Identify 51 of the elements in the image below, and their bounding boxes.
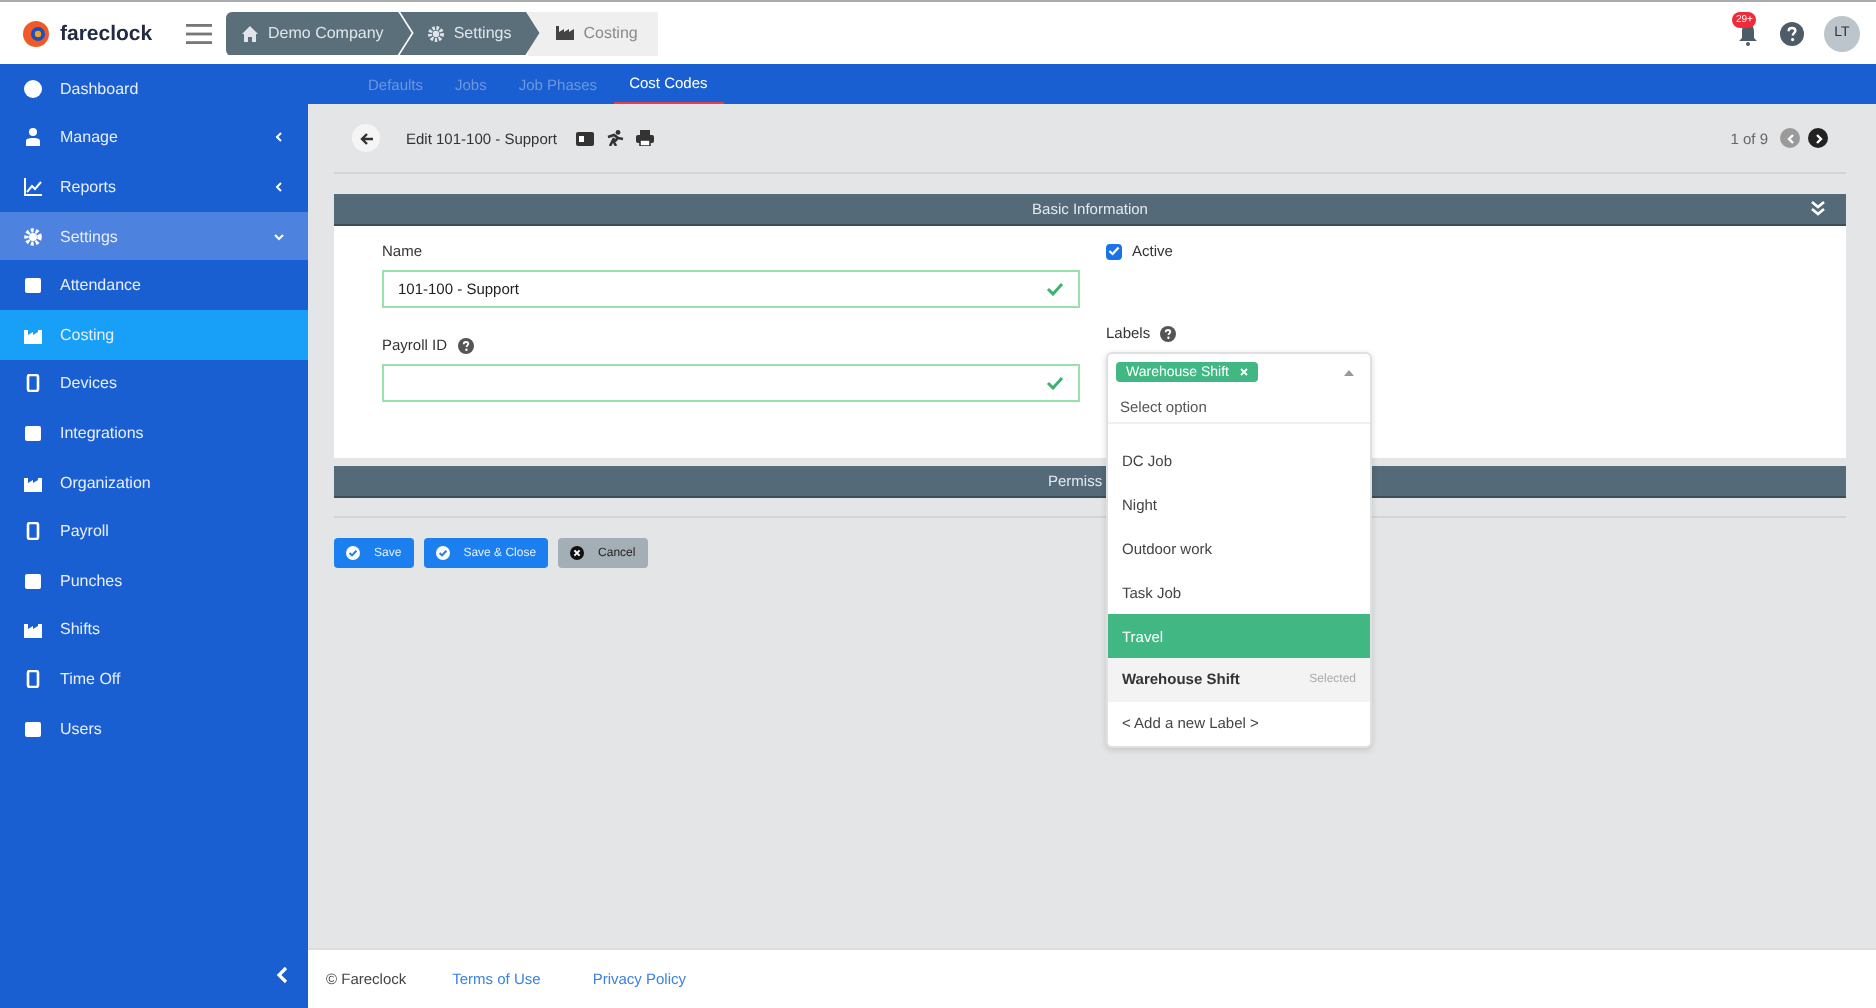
sidebar-item[interactable]: Dashboard: [0, 64, 308, 114]
breadcrumb-item[interactable]: Costing: [527, 11, 658, 55]
print-icon[interactable]: [636, 130, 655, 146]
check-circle-icon: [435, 546, 450, 560]
sidebar-item[interactable]: Integrations: [0, 408, 308, 458]
sidebar-item[interactable]: Punches: [0, 555, 308, 606]
sidebar-item[interactable]: Payroll: [0, 506, 308, 556]
help-icon[interactable]: [1160, 325, 1177, 341]
help-icon[interactable]: [1780, 21, 1804, 45]
breadcrumb-item[interactable]: Settings: [399, 11, 540, 55]
chevron-icon: [274, 231, 284, 242]
sidebar-item[interactable]: Users: [0, 703, 308, 753]
chevron-icon: [274, 181, 284, 192]
sidebar-item[interactable]: Devices: [0, 359, 308, 409]
back-button[interactable]: [352, 124, 380, 152]
home-icon: [242, 25, 258, 41]
logo-icon: [22, 19, 50, 47]
phone-icon: [24, 374, 42, 393]
logo-text: fareclock: [60, 21, 153, 45]
sidebar-item[interactable]: Organization: [0, 457, 308, 507]
check-circle-icon: [346, 546, 360, 560]
chevron-icon: [274, 132, 284, 143]
gear-icon: [427, 25, 444, 41]
collapse-chevrons-icon[interactable]: [1810, 200, 1826, 216]
chevron-left-icon: [1785, 133, 1795, 143]
sidebar-item[interactable]: Time Off: [0, 654, 308, 704]
caret-icon: [1344, 370, 1354, 376]
breadcrumb-item[interactable]: Demo Company: [226, 11, 412, 55]
check-icon: [1046, 282, 1064, 296]
id-card-icon[interactable]: [576, 131, 595, 145]
active-checkbox[interactable]: [1106, 243, 1122, 259]
factory-icon: [555, 26, 574, 40]
collapse-icon[interactable]: [276, 966, 288, 984]
back-arrow-icon: [359, 131, 373, 145]
sidebar-item[interactable]: Settings: [0, 211, 308, 261]
sidebar-item[interactable]: Attendance: [0, 260, 308, 310]
sidebar-item[interactable]: Reports: [0, 162, 308, 212]
menu-icon[interactable]: [186, 23, 212, 43]
next-button[interactable]: [1808, 128, 1828, 148]
running-person-icon[interactable]: [606, 130, 625, 146]
factory-icon: [24, 325, 42, 344]
payroll-id-field[interactable]: [382, 364, 1080, 402]
sidebar-item[interactable]: Manage: [0, 113, 308, 163]
person-icon: [24, 128, 42, 147]
sidebar-item[interactable]: Shifts: [0, 605, 308, 655]
gear-icon: [24, 227, 42, 246]
check-icon: [1046, 376, 1064, 390]
help-icon[interactable]: [457, 337, 474, 353]
close-circle-icon: [570, 546, 585, 560]
chevron-right-icon: [1813, 133, 1823, 143]
chart-icon: [24, 177, 42, 196]
